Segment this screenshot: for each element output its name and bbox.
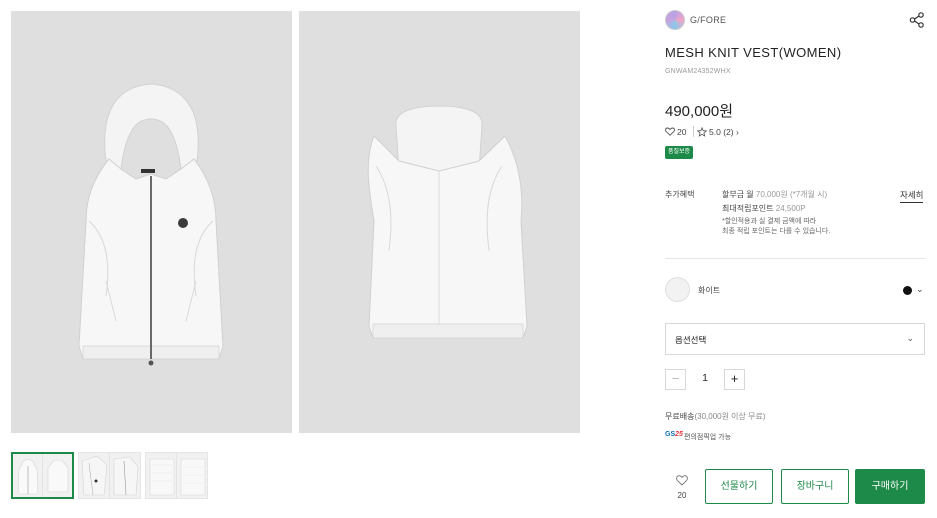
benefits-label: 추가혜택 bbox=[665, 190, 695, 199]
points-value: 24,500P bbox=[775, 204, 806, 213]
brand-name[interactable]: G/FORE bbox=[690, 15, 726, 25]
shipping-prefix: 무료배송 bbox=[665, 412, 695, 421]
points-note: *할인적용과 실 결제 금액에 따라 최종 적립 포인트는 다를 수 있습니다. bbox=[722, 217, 830, 237]
color-swatch-image[interactable] bbox=[665, 277, 690, 302]
brand-logo[interactable] bbox=[665, 10, 685, 30]
thumbnail-1[interactable] bbox=[11, 452, 74, 499]
thumbnail-1-back bbox=[43, 454, 73, 497]
rating-score: 5.0 bbox=[709, 127, 721, 137]
likes-count: 20 bbox=[677, 127, 687, 137]
thumbnail-3[interactable] bbox=[145, 452, 208, 499]
chevron-down-icon[interactable]: ⌄ bbox=[916, 284, 924, 295]
chevron-down-icon: ⌄ bbox=[906, 333, 914, 343]
section-divider bbox=[665, 258, 925, 259]
gs25-pickup-info: GS25 편의점픽업 가능 bbox=[665, 431, 785, 441]
product-code: GNWAM24352WHX bbox=[665, 68, 731, 75]
gift-button[interactable]: 선물하기 bbox=[705, 469, 773, 504]
installment-info: 할부금 월 70,000원 (*7개월 시) bbox=[722, 189, 827, 200]
points-note-line-1: *할인적용과 실 결제 금액에 따라 bbox=[722, 218, 817, 225]
thumbnail-3-right bbox=[177, 453, 208, 498]
gs25-pickup-text: 편의점픽업 가능 bbox=[684, 434, 732, 441]
installment-prefix: 할부금 월 bbox=[722, 190, 754, 199]
color-selector[interactable]: 화이트 ⌄ bbox=[665, 277, 925, 303]
thumbnail-2-left bbox=[79, 453, 110, 498]
selected-color-dot[interactable] bbox=[903, 286, 912, 295]
shipping-suffix: (30,000원 이상 무료) bbox=[694, 412, 766, 421]
review-link[interactable]: 5.0 (2) › bbox=[709, 127, 739, 137]
star-outline-icon bbox=[697, 127, 707, 137]
product-price: 490,000원 bbox=[665, 103, 734, 120]
quantity-stepper: − 1 + bbox=[665, 369, 745, 390]
vest-front-illustration bbox=[78, 83, 224, 366]
thumbnail-3-left bbox=[146, 453, 177, 498]
rating-row: 20 5.0 (2) › bbox=[665, 126, 785, 138]
heart-outline-icon bbox=[676, 475, 688, 486]
points-prefix: 최대적립포인트 bbox=[722, 204, 774, 213]
color-name: 화이트 bbox=[698, 286, 721, 295]
product-image-front[interactable] bbox=[11, 11, 292, 433]
option-select-label: 옵션선택 bbox=[675, 335, 707, 345]
product-title: MESH KNIT VEST(WOMEN) bbox=[665, 45, 842, 60]
rating-divider bbox=[693, 126, 694, 137]
thumbnail-2-right bbox=[110, 453, 141, 498]
installment-value: 70,000원 (*7개월 시) bbox=[755, 190, 828, 199]
gs25-logo: GS25 bbox=[665, 431, 683, 438]
points-info: 최대적립포인트 24,500P bbox=[722, 203, 806, 214]
thumbnail-strip bbox=[11, 452, 211, 500]
wishlist-button[interactable]: 20 bbox=[672, 474, 692, 504]
quantity-decrease-button[interactable]: − bbox=[665, 369, 686, 390]
quantity-increase-button[interactable]: + bbox=[724, 369, 745, 390]
option-select-dropdown[interactable]: 옵션선택 ⌄ bbox=[665, 323, 925, 355]
wishlist-count: 20 bbox=[677, 491, 687, 500]
review-count: (2) bbox=[723, 127, 734, 137]
buy-now-button[interactable]: 구매하기 bbox=[855, 469, 925, 504]
points-note-line-2: 최종 적립 포인트는 다를 수 있습니다. bbox=[722, 228, 831, 235]
shipping-info: 무료배송(30,000원 이상 무료) bbox=[665, 411, 766, 422]
thumbnail-1-front bbox=[13, 454, 43, 497]
vest-back-illustration bbox=[367, 105, 528, 339]
share-icon[interactable] bbox=[908, 11, 926, 29]
product-image-back[interactable] bbox=[299, 11, 580, 433]
benefit-detail-link[interactable]: 자세히 bbox=[900, 189, 924, 203]
thumbnail-2[interactable] bbox=[78, 452, 141, 499]
add-to-cart-button[interactable]: 장바구니 bbox=[781, 469, 849, 504]
quality-badge: 품질보증 bbox=[665, 146, 694, 159]
quantity-value[interactable]: 1 bbox=[686, 373, 724, 384]
brand-row: G/FORE bbox=[665, 10, 925, 32]
heart-outline-icon[interactable] bbox=[665, 127, 675, 136]
